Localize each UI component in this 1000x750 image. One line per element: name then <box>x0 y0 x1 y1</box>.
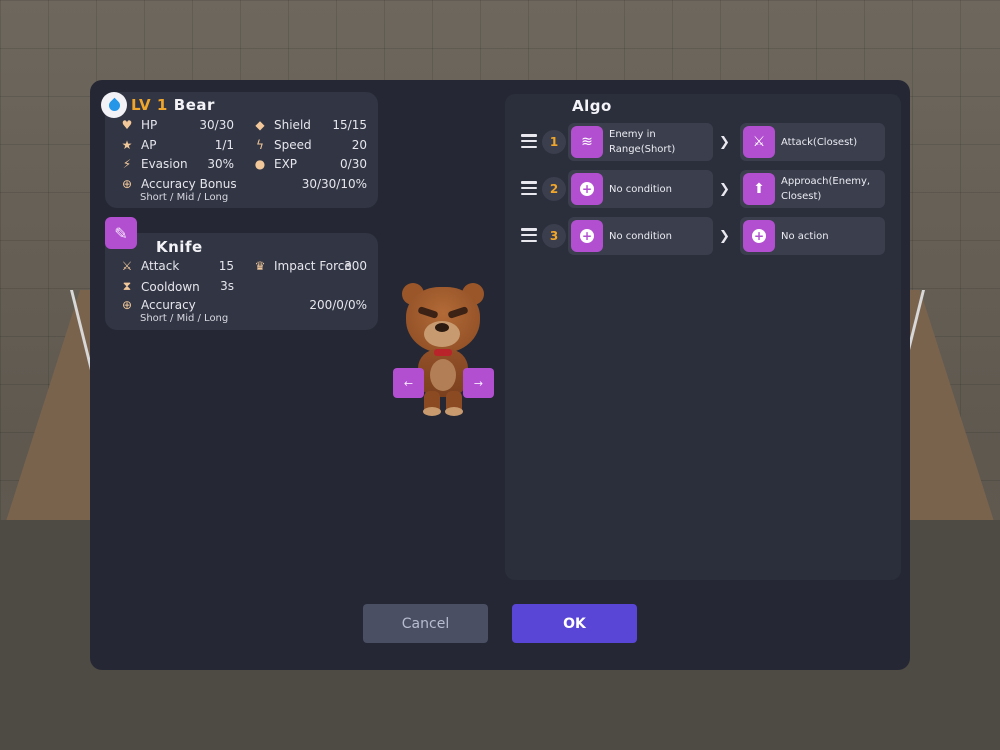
algo-action-label: Approach(Enemy, Closest) <box>781 176 871 202</box>
algo-action-slot[interactable]: ⚔ Attack(Closest) <box>740 123 885 161</box>
bear-bow-tie <box>434 349 452 356</box>
crosshair-icon: ⊕ <box>121 298 133 312</box>
stat-exp-label: EXP <box>274 157 298 171</box>
stat-accuracy-bonus-value: 30/30/10% <box>301 177 367 191</box>
algo-condition-label: No condition <box>609 183 673 195</box>
stat-accuracy-bonus-label: Accuracy Bonus <box>141 177 237 191</box>
algo-action-slot[interactable]: ⬆ Approach(Enemy, Closest) <box>740 170 885 208</box>
heart-icon: ♥ <box>121 118 133 132</box>
algo-condition-label: No condition <box>609 230 673 242</box>
stat-shield-value: 15/15 <box>332 118 367 132</box>
weapon-attack: ⚔ Attack <box>119 259 180 273</box>
next-character-button[interactable]: → <box>463 368 494 398</box>
algo-action-label: Attack(Closest) <box>781 136 858 148</box>
character-level: LV 1 <box>131 96 168 114</box>
stat-hp: ♥ HP <box>119 118 158 132</box>
weapon-impact-force-value: 300 <box>344 259 367 273</box>
algo-title: Algo <box>572 97 612 115</box>
running-icon: ⚡ <box>122 157 132 171</box>
bear-nose <box>435 323 449 332</box>
weapon-attack-value: 15 <box>218 259 234 273</box>
drag-handle-icon[interactable] <box>521 228 537 242</box>
plus-circle-icon: + <box>571 220 603 252</box>
algo-row-number: 3 <box>542 224 566 248</box>
water-drop-icon <box>101 92 127 118</box>
algo-row-number: 2 <box>542 177 566 201</box>
accuracy-bonus-range-label: Short / Mid / Long <box>140 192 229 203</box>
algo-row: 1 ≋ Enemy in Range(Short) ❯ ⚔ Attack(Clo… <box>516 123 888 161</box>
weapon-attack-label: Attack <box>141 259 180 273</box>
feather-knife-icon[interactable]: ✎ <box>105 217 137 249</box>
algo-condition-label: Enemy in Range(Short) <box>609 129 676 155</box>
weapon-cooldown-value: 3s <box>220 279 234 293</box>
shield-icon: ◆ <box>255 118 265 132</box>
algo-condition-slot[interactable]: ≋ Enemy in Range(Short) <box>568 123 713 161</box>
weapon-accuracy-value: 200/0/0% <box>309 298 367 312</box>
weapon-impact-force: ♛ Impact Force <box>252 259 352 273</box>
crosshair-icon: ⊕ <box>121 177 133 191</box>
stat-hp-label: HP <box>141 118 158 132</box>
medal-icon: ● <box>254 157 266 171</box>
weapon-accuracy: ⊕ Accuracy <box>119 298 196 312</box>
weapon-accuracy-range-label: Short / Mid / Long <box>140 313 229 324</box>
stat-shield-label: Shield <box>274 118 311 132</box>
stat-shield: ◆ Shield <box>252 118 311 132</box>
star-icon: ★ <box>121 138 133 152</box>
bear-foot-right <box>445 407 463 416</box>
algo-condition-slot[interactable]: + No condition <box>568 217 713 255</box>
stat-ap-value: 1/1 <box>214 138 234 152</box>
algo-action-slot[interactable]: + No action <box>740 217 885 255</box>
chevron-right-icon: ❯ <box>719 182 730 197</box>
chevron-right-icon: ❯ <box>719 135 730 150</box>
prev-character-button[interactable]: ← <box>393 368 424 398</box>
drag-handle-icon[interactable] <box>521 134 537 148</box>
chevron-right-icon: ❯ <box>719 229 730 244</box>
algo-row: 3 + No condition ❯ + No action <box>516 217 888 255</box>
stat-speed: ϟ Speed <box>252 138 312 152</box>
stat-hp-value: 30/30 <box>199 118 234 132</box>
algo-condition-slot[interactable]: + No condition <box>568 170 713 208</box>
character-name: Bear <box>173 96 215 114</box>
bear-foot-left <box>423 407 441 416</box>
cancel-button[interactable]: Cancel <box>363 604 488 643</box>
stat-evasion-value: 30% <box>207 157 234 171</box>
lightning-icon: ϟ <box>256 138 264 152</box>
hourglass-icon: ⧗ <box>122 279 132 293</box>
stat-speed-label: Speed <box>274 138 312 152</box>
plus-circle-icon: + <box>743 220 775 252</box>
stat-ap: ★ AP <box>119 138 157 152</box>
drag-handle-icon[interactable] <box>521 181 537 195</box>
character-title: LV 1 Bear <box>131 96 215 114</box>
stat-accuracy-bonus: ⊕ Accuracy Bonus <box>119 177 237 191</box>
wifi-signal-icon: ≋ <box>571 126 603 158</box>
weapon-name: Knife <box>156 238 203 256</box>
sword-icon: ⚔ <box>121 259 133 273</box>
plus-circle-icon: + <box>571 173 603 205</box>
algo-panel <box>505 94 901 580</box>
algo-row: 2 + No condition ❯ ⬆ Approach(Enemy, Clo… <box>516 170 888 208</box>
weapon-cooldown: ⧗ Cooldown <box>119 279 200 294</box>
weapon-accuracy-label: Accuracy <box>141 298 196 312</box>
crossed-swords-icon: ⚔ <box>743 126 775 158</box>
algo-row-number: 1 <box>542 130 566 154</box>
ok-button[interactable]: OK <box>512 604 637 643</box>
stat-exp-value: 0/30 <box>340 157 367 171</box>
crown-burst-icon: ♛ <box>254 259 266 273</box>
stat-ap-label: AP <box>141 138 157 152</box>
bear-belly <box>430 359 456 391</box>
stat-exp: ● EXP <box>252 157 297 171</box>
arrow-up-icon: ⬆ <box>743 173 775 205</box>
stat-speed-value: 20 <box>351 138 367 152</box>
algo-action-label: No action <box>781 230 829 242</box>
